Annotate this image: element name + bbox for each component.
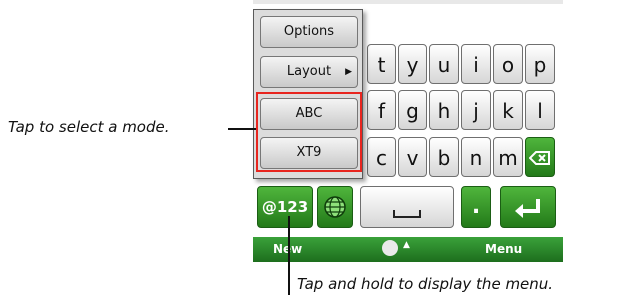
menu-softkey[interactable]: Menu [485, 242, 522, 256]
key-k[interactable]: k [493, 90, 523, 130]
layout-menu-item[interactable]: Layout ▶ [260, 56, 358, 88]
backspace-icon [528, 151, 550, 165]
symbols-key[interactable]: @123 [257, 186, 313, 228]
input-indicator-arrow-icon: ▲ [403, 240, 410, 250]
input-indicator-icon[interactable] [382, 240, 398, 256]
key-b[interactable]: b [429, 137, 459, 177]
keyboard-top-edge [253, 0, 563, 4]
key-t[interactable]: t [367, 44, 396, 84]
key-i[interactable]: i [461, 44, 491, 84]
globe-icon [324, 196, 346, 218]
globe-key[interactable] [317, 186, 353, 228]
key-o[interactable]: o [493, 44, 523, 84]
space-icon [393, 210, 421, 218]
enter-icon [515, 199, 540, 218]
key-m[interactable]: m [493, 137, 523, 177]
enter-key[interactable] [500, 186, 556, 228]
key-n[interactable]: n [461, 137, 491, 177]
backspace-key[interactable] [525, 137, 555, 177]
key-h[interactable]: h [429, 90, 459, 130]
mode-highlight-box [256, 92, 362, 172]
key-c[interactable]: c [367, 137, 396, 177]
key-v[interactable]: v [398, 137, 427, 177]
key-u[interactable]: u [429, 44, 459, 84]
key-l[interactable]: l [525, 90, 555, 130]
options-menu-item[interactable]: Options [260, 16, 358, 48]
hold-callout-text: Tap and hold to display the menu. [297, 275, 554, 293]
key-p[interactable]: p [525, 44, 555, 84]
hold-callout-line [288, 216, 290, 295]
key-y[interactable]: y [398, 44, 427, 84]
softkey-bar: New ▲ Menu [253, 237, 563, 262]
submenu-arrow-icon: ▶ [345, 67, 352, 77]
space-key[interactable] [360, 186, 454, 228]
mode-callout-line [228, 128, 256, 130]
key-j[interactable]: j [461, 90, 491, 130]
mode-callout-text: Tap to select a mode. [8, 118, 170, 136]
period-key[interactable]: . [461, 186, 491, 228]
key-f[interactable]: f [367, 90, 396, 130]
key-g[interactable]: g [398, 90, 427, 130]
